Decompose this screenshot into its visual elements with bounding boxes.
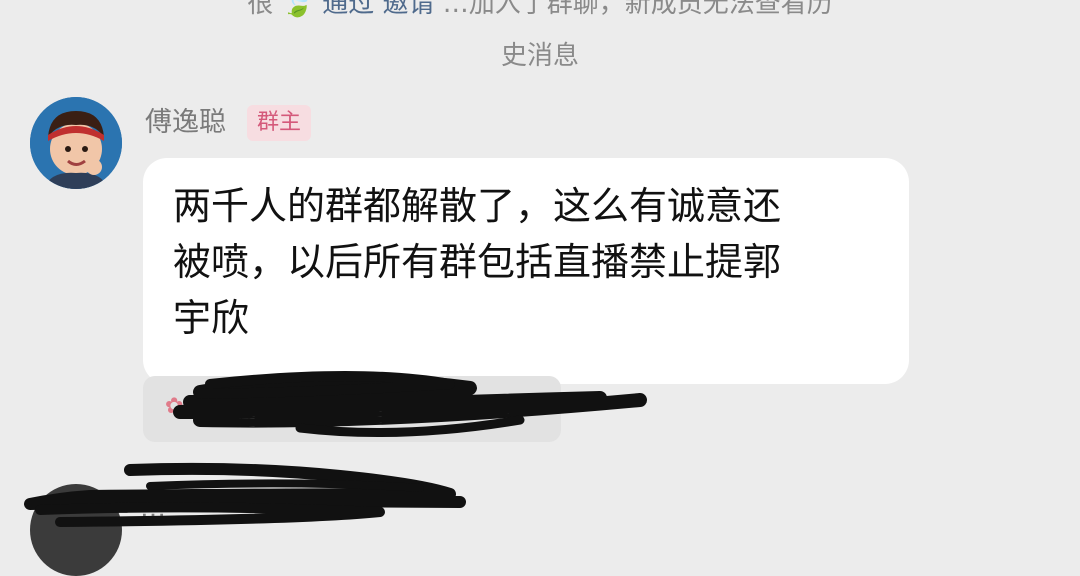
message-bubble[interactable]: 两千人的群都解散了，这么有诚意还 被喷，以后所有群包括直播禁止提郭 宇欣 — [143, 158, 909, 384]
system-notice-link[interactable]: 通过 邀请 — [322, 0, 434, 19]
system-notice-line2: 史消息 — [500, 41, 579, 71]
leaf-icon: 🍃 — [281, 0, 314, 19]
system-notice-prefix: 很 — [247, 0, 274, 19]
sender-name[interactable]: 傅逸聪 — [145, 104, 226, 142]
system-notice-suffix: …加入了群聊，新成员无法查看历 — [442, 0, 833, 19]
quote-card[interactable]: ✿ …载图… — [143, 376, 561, 442]
group-owner-badge: 群主 — [247, 105, 312, 141]
message-line: 宇欣 — [173, 296, 250, 340]
system-notice: 很 🍃 通过 邀请 …加入了群聊，新成员无法查看历 史消息 — [100, 0, 980, 82]
girl-avatar-icon — [30, 97, 122, 189]
message-line: 两千人的群都解散了，这么有诚意还 — [173, 184, 782, 228]
quote-text: …载图… — [201, 394, 306, 424]
next-sender-name: … — [140, 494, 166, 524]
system-notice-line1: 很 🍃 通过 邀请 …加入了群聊，新成员无法查看历 — [100, 0, 980, 30]
next-sender-avatar[interactable] — [30, 484, 122, 576]
sender-avatar[interactable] — [30, 97, 122, 189]
flower-icon: ✿ — [165, 394, 184, 419]
message-line: 被喷，以后所有群包括直播禁止提郭 — [173, 240, 782, 284]
